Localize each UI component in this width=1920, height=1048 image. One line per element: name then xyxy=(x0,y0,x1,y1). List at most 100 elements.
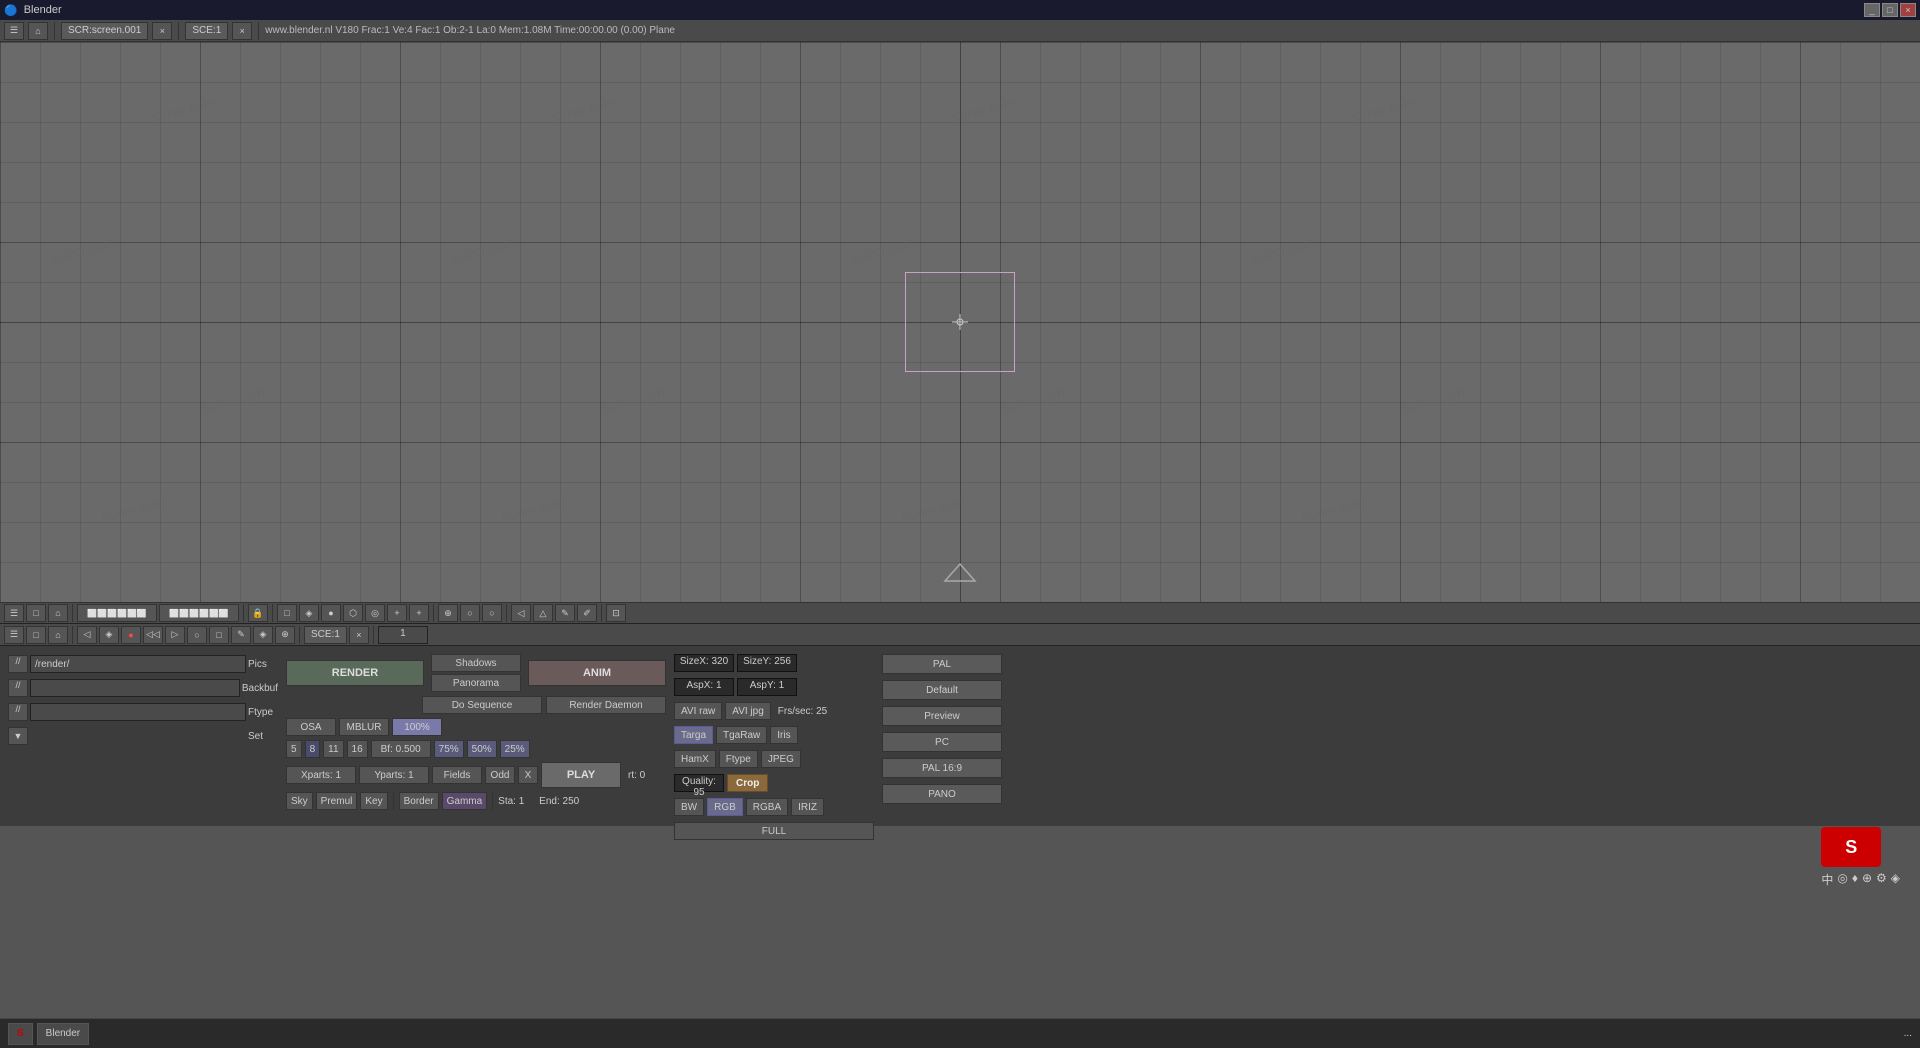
avijpg-btn[interactable]: AVI jpg xyxy=(725,702,771,720)
pano-preset-btn[interactable]: PANO xyxy=(882,784,1002,804)
tray-icon-1[interactable]: 中 xyxy=(1821,871,1833,888)
prop-btn2[interactable]: ○ xyxy=(482,604,502,622)
aspy-field[interactable]: AspY: 1 xyxy=(737,678,797,696)
mode-btn4[interactable]: ⬡ xyxy=(343,604,363,622)
timeline-menu-btn[interactable]: ☰ xyxy=(4,626,24,644)
taskbar-blender[interactable]: Blender xyxy=(37,1023,89,1045)
ftype-arrow[interactable]: // xyxy=(8,703,28,721)
mode-btn6[interactable]: + xyxy=(387,604,407,622)
menu-icon[interactable]: ☰ xyxy=(4,22,24,40)
close-screen-btn[interactable]: × xyxy=(152,22,172,40)
jpeg-btn[interactable]: JPEG xyxy=(761,750,801,768)
premul-button[interactable]: Premul xyxy=(316,792,358,810)
mode-btn1[interactable]: □ xyxy=(277,604,297,622)
osa-16-btn[interactable]: 16 xyxy=(347,740,368,758)
render-daemon-button[interactable]: Render Daemon xyxy=(546,696,666,714)
keyframe-select-btn[interactable]: ◈ xyxy=(99,626,119,644)
sizey-field[interactable]: SizeY: 256 xyxy=(737,654,797,672)
aspx-field[interactable]: AspX: 1 xyxy=(674,678,734,696)
osa-8-btn[interactable]: 8 xyxy=(305,740,321,758)
close-scene-btn[interactable]: × xyxy=(232,22,252,40)
marker-btn[interactable]: ◈ xyxy=(253,626,273,644)
view-persp-btn[interactable]: ⬜⬜⬜⬜⬜⬜ xyxy=(77,604,157,622)
osa-11-btn[interactable]: 11 xyxy=(323,740,343,758)
border-button[interactable]: Border xyxy=(399,792,439,810)
scene-selector[interactable]: SCE:1 xyxy=(185,22,228,40)
rgb-btn[interactable]: RGB xyxy=(707,798,743,816)
yparts-button[interactable]: Yparts: 1 xyxy=(359,766,429,784)
set-arrow[interactable]: ▼ xyxy=(8,727,28,745)
x-button[interactable]: X xyxy=(518,766,538,784)
prop-btn[interactable]: ○ xyxy=(460,604,480,622)
tray-icon-6[interactable]: ◈ xyxy=(1891,871,1900,888)
mode-btn3[interactable]: ● xyxy=(321,604,341,622)
full-btn[interactable]: FULL xyxy=(674,822,874,840)
sizex-field[interactable]: SizeX: 320 xyxy=(674,654,734,672)
edit-btn3[interactable]: ✎ xyxy=(555,604,575,622)
marker-btn2[interactable]: ⊕ xyxy=(275,626,295,644)
bw-btn[interactable]: BW xyxy=(674,798,704,816)
panorama-button[interactable]: Panorama xyxy=(431,674,521,692)
xparts-button[interactable]: Xparts: 1 xyxy=(286,766,356,784)
anim-button[interactable]: ANIM xyxy=(528,660,666,686)
tray-icon-4[interactable]: ⊕ xyxy=(1862,871,1872,888)
3d-viewport[interactable]: Syncr.com Syncr.com Syncr.com Syncr.com … xyxy=(0,42,1920,602)
lock-btn[interactable]: 🔒 xyxy=(248,604,268,622)
minimize-button[interactable]: _ xyxy=(1864,3,1880,17)
mblur-button[interactable]: MBLUR xyxy=(339,718,389,736)
mode-btn7[interactable]: + xyxy=(409,604,429,622)
crop-button[interactable]: Crop xyxy=(727,774,768,792)
close-scene2-btn[interactable]: × xyxy=(349,626,369,644)
aviraw-btn[interactable]: AVI raw xyxy=(674,702,722,720)
home-icon[interactable]: ⌂ xyxy=(28,22,48,40)
object-menu-btn[interactable]: ⌂ xyxy=(48,604,68,622)
sky-button[interactable]: Sky xyxy=(286,792,313,810)
mode-btn2[interactable]: ◈ xyxy=(299,604,319,622)
tray-icon-2[interactable]: ◎ xyxy=(1837,871,1847,888)
pct-75-btn[interactable]: 75% xyxy=(434,740,464,758)
pal-preset-btn[interactable]: PAL xyxy=(882,654,1002,674)
edit-btn4[interactable]: ✐ xyxy=(577,604,597,622)
record-btn[interactable]: ● xyxy=(121,626,141,644)
edit-btn2[interactable]: △ xyxy=(533,604,553,622)
loop-btn[interactable]: □ xyxy=(209,626,229,644)
view-persp-btn2[interactable]: ⬜⬜⬜⬜⬜⬜ xyxy=(159,604,239,622)
tgaraw-btn[interactable]: TgaRaw xyxy=(716,726,767,744)
frame-number-input[interactable]: 1 xyxy=(378,626,428,644)
pal169-preset-btn[interactable]: PAL 16:9 xyxy=(882,758,1002,778)
rgba-btn[interactable]: RGBA xyxy=(746,798,788,816)
play-rev-btn[interactable]: ◁◁ xyxy=(143,626,163,644)
play-button[interactable]: PLAY xyxy=(541,762,621,788)
stop-btn[interactable]: ○ xyxy=(187,626,207,644)
anim-btn[interactable]: ✎ xyxy=(231,626,251,644)
targa-btn[interactable]: Targa xyxy=(674,726,713,744)
iris-btn[interactable]: Iris xyxy=(770,726,797,744)
odd-button[interactable]: Odd xyxy=(485,766,515,784)
do-sequence-button[interactable]: Do Sequence xyxy=(422,696,542,714)
fields-button[interactable]: Fields xyxy=(432,766,482,784)
osa-bf-btn[interactable]: Bf: 0.500 xyxy=(371,740,431,758)
tray-icon-5[interactable]: ⚙ xyxy=(1876,871,1887,888)
shadows-button[interactable]: Shadows xyxy=(431,654,521,672)
screen-selector[interactable]: SCR:screen.001 xyxy=(61,22,148,40)
ftype2-btn[interactable]: Ftype xyxy=(719,750,758,768)
default-preset-btn[interactable]: Default xyxy=(882,680,1002,700)
ftype-path-input[interactable] xyxy=(30,703,246,721)
osa-5-btn[interactable]: 5 xyxy=(286,740,302,758)
console-btn[interactable]: ⊡ xyxy=(606,604,626,622)
view-menu-btn[interactable]: ☰ xyxy=(4,604,24,622)
select-menu-btn[interactable]: □ xyxy=(26,604,46,622)
gamma-button[interactable]: Gamma xyxy=(442,792,488,810)
edit-btn1[interactable]: ◁ xyxy=(511,604,531,622)
play-fwd-btn[interactable]: ▷ xyxy=(165,626,185,644)
start-button[interactable]: S xyxy=(8,1023,33,1045)
pct-100-button[interactable]: 100% xyxy=(392,718,442,736)
maximize-button[interactable]: □ xyxy=(1882,3,1898,17)
filepath-arrow[interactable]: // xyxy=(8,655,28,673)
timeline-type-btn[interactable]: □ xyxy=(26,626,46,644)
iriz-btn[interactable]: IRIZ xyxy=(791,798,824,816)
render-button[interactable]: RENDER xyxy=(286,660,424,686)
osa-button[interactable]: OSA xyxy=(286,718,336,736)
pc-preset-btn[interactable]: PC xyxy=(882,732,1002,752)
preview-preset-btn[interactable]: Preview xyxy=(882,706,1002,726)
